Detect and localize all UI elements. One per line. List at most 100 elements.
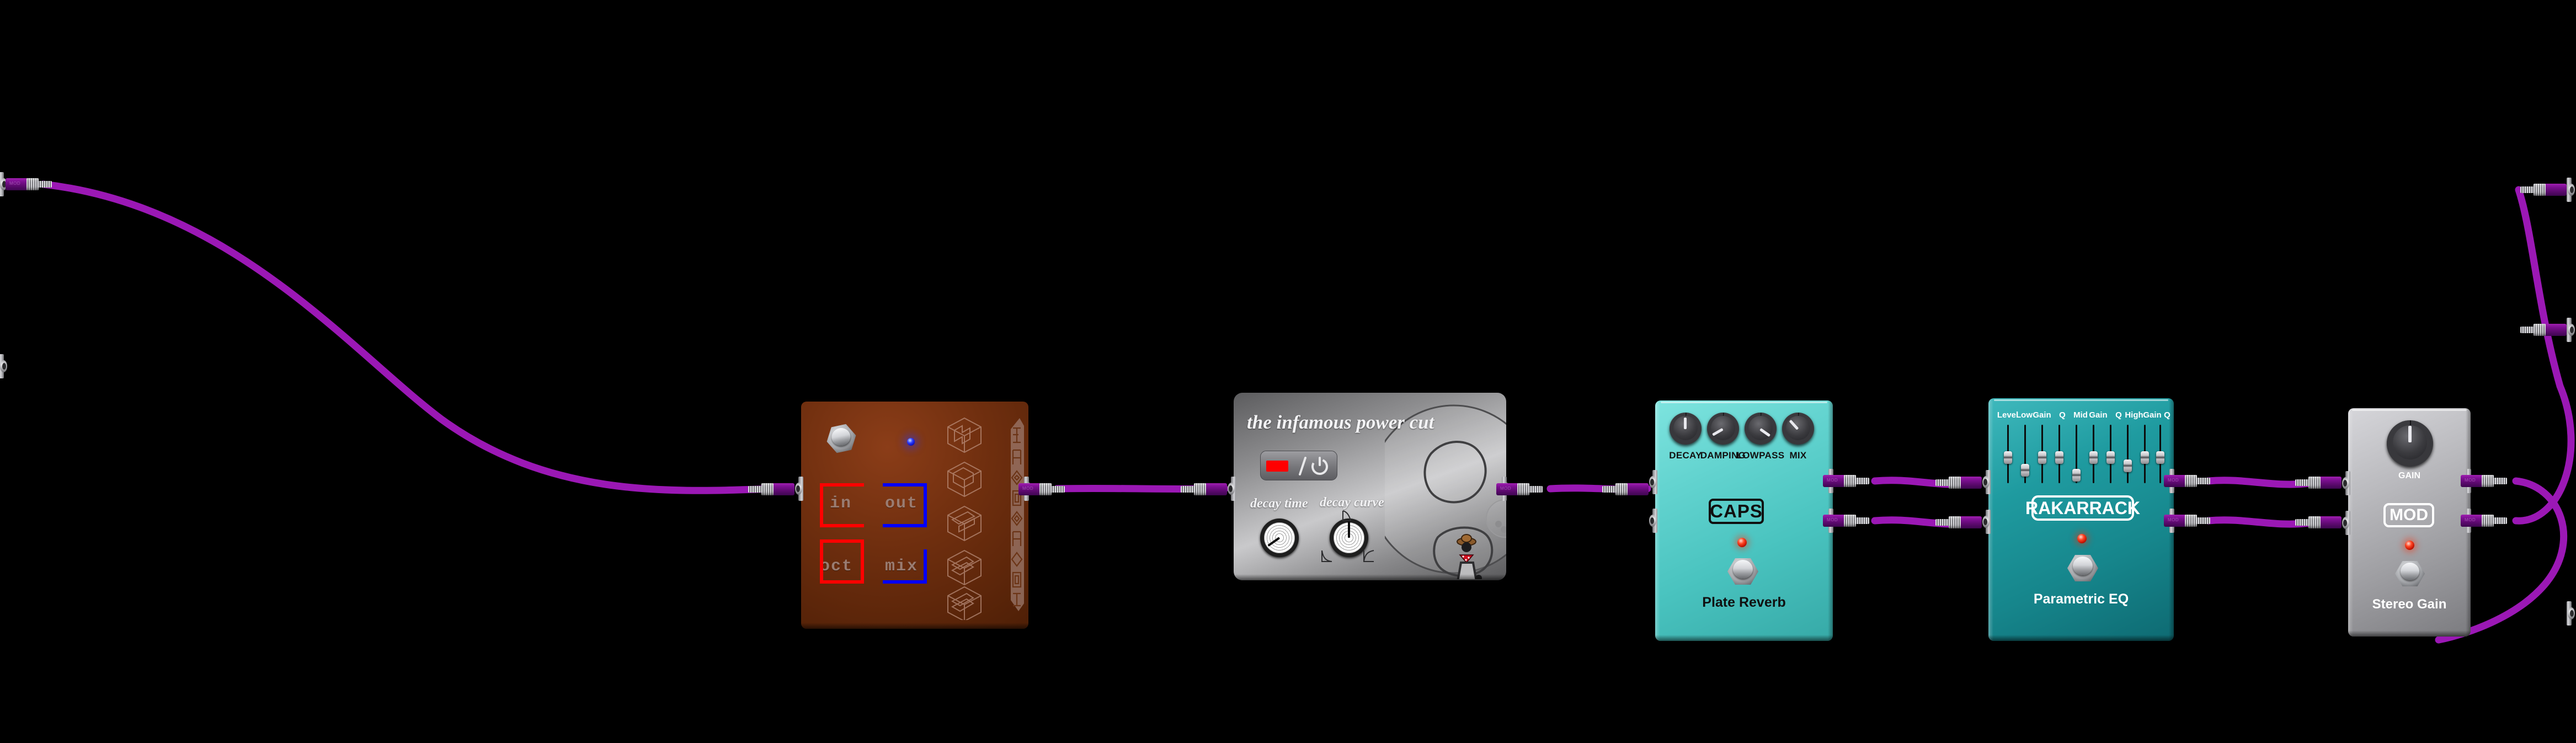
pedal-body: GAIN MOD Stereo Gain bbox=[2348, 408, 2471, 637]
eq-slider-thumb-gain-1[interactable] bbox=[2038, 451, 2046, 464]
mod-knob-gain[interactable] bbox=[2387, 420, 2433, 467]
eq-slider-thumb-q-1[interactable] bbox=[2055, 451, 2063, 464]
caps-jack-left-bottom[interactable] bbox=[1649, 509, 1657, 533]
eq-slider-thumb-level[interactable] bbox=[2004, 451, 2012, 464]
plug-brand-label: MOD bbox=[9, 181, 21, 186]
cable-plug-caps-in[interactable] bbox=[1602, 483, 1649, 495]
mod-jack-left-top[interactable] bbox=[2342, 471, 2350, 495]
plug-strain-relief bbox=[2295, 479, 2310, 486]
cable-plug-eq-out-left[interactable]: MOD bbox=[2164, 475, 2210, 487]
caps-knob-damping[interactable] bbox=[1707, 413, 1739, 445]
jack-hole bbox=[1983, 479, 1987, 485]
powercut-power-switch[interactable] bbox=[1260, 451, 1337, 480]
cable-plug-octaver-out[interactable]: MOD bbox=[1018, 483, 1065, 495]
mod-brand-box: MOD bbox=[2383, 503, 2434, 527]
rakarrack-jack-left-top[interactable] bbox=[1982, 470, 1991, 494]
power-switch-red-bar bbox=[1266, 461, 1288, 472]
jack-hole bbox=[1983, 519, 1987, 525]
caps-knob-lowpass[interactable] bbox=[1745, 413, 1777, 445]
cable-input-to-octaver bbox=[39, 180, 778, 494]
knob-cap bbox=[1711, 416, 1735, 440]
caps-footswitch[interactable] bbox=[1727, 558, 1758, 585]
caps-knob-mix[interactable] bbox=[1782, 413, 1814, 445]
plug-brand-label: MOD bbox=[1022, 486, 1034, 491]
powercut-knob-label-decay-time: decay time bbox=[1250, 496, 1308, 511]
cable-plug-mod-out-left[interactable]: MOD bbox=[2461, 475, 2507, 487]
plug-brand-label: MOD bbox=[2168, 478, 2179, 483]
jack-hole bbox=[2, 363, 6, 370]
eq-slider-thumb-low[interactable] bbox=[2021, 464, 2029, 477]
board-output-jack-middle[interactable] bbox=[2567, 318, 2575, 342]
caps-status-led bbox=[1737, 538, 1747, 547]
cable-plug-mod-in-left[interactable] bbox=[2295, 477, 2342, 489]
pedal-octaver[interactable]: in out oct mix bbox=[801, 402, 1028, 629]
pedal-mod-stereo-gain[interactable]: GAIN MOD Stereo Gain bbox=[2348, 408, 2471, 637]
cable-plug-eq-out-right[interactable]: MOD bbox=[2164, 515, 2210, 527]
rakarrack-jack-left-bottom[interactable] bbox=[1982, 510, 1991, 534]
knob-pointer bbox=[1684, 418, 1687, 429]
cable-plug-powercut-in[interactable] bbox=[1181, 483, 1227, 495]
caps-brand-box: CAPS bbox=[1709, 499, 1764, 524]
jack-hole bbox=[2570, 186, 2574, 193]
cable-plug-mod-in-right[interactable] bbox=[2295, 516, 2342, 528]
pedal-top-sheen bbox=[2351, 409, 2467, 411]
eq-slider-track-high[interactable] bbox=[2127, 425, 2129, 483]
rakarrack-brand-label: RAKARRACK bbox=[2025, 498, 2140, 518]
jack-hole bbox=[2570, 610, 2574, 617]
pedal-power-cut[interactable]: the infamous power cut decay time decay … bbox=[1234, 393, 1506, 580]
powercut-knob-label-decay-curve: decay curve bbox=[1320, 495, 1384, 510]
pedal-caps-plate-reverb[interactable]: DECAY DAMPING LOWPASS MIX CAPS Plate Rev… bbox=[1655, 400, 1833, 641]
plug-brand-label: MOD bbox=[1500, 486, 1512, 491]
cable-plug-board-output-top[interactable] bbox=[2520, 184, 2567, 196]
footswitch-button[interactable] bbox=[2073, 557, 2093, 575]
cable-plug-caps-out-right[interactable]: MOD bbox=[1823, 515, 1869, 527]
caps-knob-decay[interactable] bbox=[1670, 413, 1702, 445]
board-output-jack-bottom[interactable] bbox=[2567, 601, 2575, 626]
pedal-rakarrack-parametric-eq[interactable]: Level Low Gain Q Mid Gain Q High Gain Q bbox=[1988, 398, 2174, 641]
plug-knurl bbox=[1194, 483, 1206, 495]
plug-brand-label: MOD bbox=[2168, 517, 2179, 522]
mod-footswitch[interactable] bbox=[2395, 560, 2425, 587]
eq-slider-thumb-high[interactable] bbox=[2124, 459, 2132, 472]
eq-slider-thumb-gain-3[interactable] bbox=[2141, 451, 2149, 464]
eq-slider-thumb-q-3[interactable] bbox=[2156, 451, 2164, 464]
octaver-jack-left[interactable] bbox=[794, 477, 803, 501]
jack-hole bbox=[796, 485, 800, 492]
rakarrack-footswitch[interactable] bbox=[2067, 554, 2098, 582]
plug-strain-relief bbox=[2295, 519, 2310, 526]
jack-hole bbox=[2343, 480, 2347, 487]
plug-knurl bbox=[1615, 483, 1628, 495]
powercut-jack-left[interactable] bbox=[1227, 477, 1236, 501]
board-input-jack-bottom[interactable] bbox=[0, 354, 8, 378]
cable-plug-board-output-middle[interactable] bbox=[2520, 324, 2567, 336]
cable-plug-board-input[interactable]: MOD bbox=[6, 178, 52, 190]
board-output-jack-top[interactable] bbox=[2567, 178, 2575, 202]
mod-knob-label-gain: GAIN bbox=[2398, 471, 2420, 480]
plug-knurl bbox=[2308, 516, 2321, 528]
cable-plug-octaver-in[interactable] bbox=[748, 483, 794, 495]
footswitch-button[interactable] bbox=[1733, 560, 1753, 579]
cable-plug-eq-in-left[interactable] bbox=[1935, 477, 1982, 489]
rakarrack-status-led bbox=[2077, 534, 2087, 543]
cable-plug-eq-in-right[interactable] bbox=[1935, 516, 1982, 528]
eq-slider-thumb-mid[interactable] bbox=[2072, 469, 2081, 482]
eq-slider-thumb-q-2[interactable] bbox=[2106, 451, 2115, 464]
eq-slider-thumb-gain-2[interactable] bbox=[2089, 451, 2098, 464]
footswitch-button[interactable] bbox=[2401, 563, 2419, 580]
octaver-footswitch[interactable] bbox=[824, 422, 858, 455]
pedalboard-canvas[interactable]: MOD in out oct mix MOD the infamous powe… bbox=[0, 0, 2576, 743]
pedal-body: the infamous power cut decay time decay … bbox=[1234, 393, 1506, 580]
caps-jack-left-top[interactable] bbox=[1649, 470, 1657, 494]
mod-jack-left-bottom[interactable] bbox=[2342, 511, 2350, 535]
powercut-title: the infamous power cut bbox=[1247, 411, 1434, 433]
cable-plug-powercut-out[interactable]: MOD bbox=[1496, 483, 1543, 495]
plug-strain-relief bbox=[1050, 486, 1065, 493]
octaver-bracket-mix bbox=[883, 549, 927, 584]
cable-eq-to-mod-left bbox=[2204, 477, 2313, 488]
pedal-bottom-shadow bbox=[2348, 630, 2471, 637]
caps-brand-label: CAPS bbox=[1710, 501, 1763, 521]
cable-plug-mod-out-right[interactable]: MOD bbox=[2461, 515, 2507, 527]
pedal-body: in out oct mix bbox=[801, 402, 1028, 629]
cable-plug-caps-out-left[interactable]: MOD bbox=[1823, 475, 1869, 487]
powercut-knob-decay-time[interactable] bbox=[1260, 519, 1299, 557]
